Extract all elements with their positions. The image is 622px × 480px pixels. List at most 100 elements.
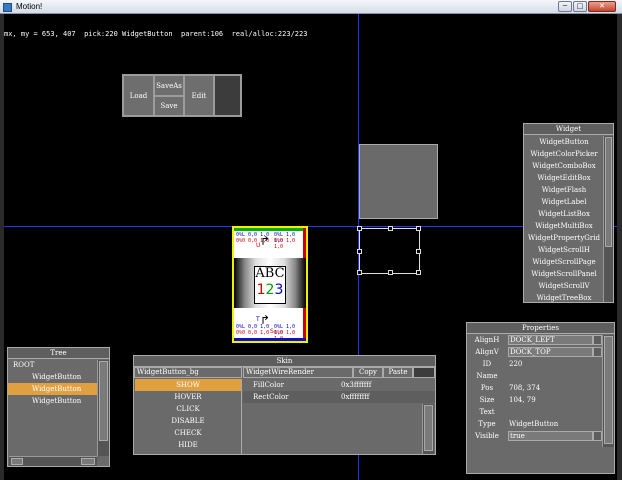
- widget-list-item[interactable]: WidgetMultiBox: [525, 220, 603, 232]
- empty-toolbar-button[interactable]: [214, 75, 241, 116]
- file-toolbar: Load SaveAs Save Edit: [122, 74, 242, 117]
- tree-item[interactable]: WidgetButton: [8, 395, 109, 407]
- renderer-field[interactable]: WidgetWireRender: [243, 367, 353, 378]
- load-button[interactable]: Load: [123, 75, 154, 116]
- size-field[interactable]: 104, 79: [509, 394, 536, 406]
- prop-key: Visible: [475, 432, 499, 440]
- skin-scrollbar[interactable]: [422, 404, 434, 454]
- widget-list-item[interactable]: WidgetListBox: [525, 208, 603, 220]
- scrollbar-thumb[interactable]: [424, 405, 433, 451]
- skin-name-field[interactable]: WidgetButton_bg: [134, 367, 242, 378]
- edit-button[interactable]: Edit: [184, 75, 214, 116]
- widget-list-item[interactable]: WidgetScrollH: [525, 244, 603, 256]
- properties-panel-title[interactable]: Properties: [467, 323, 614, 334]
- widget-list-scrollbar[interactable]: [603, 136, 613, 302]
- resize-handle[interactable]: [416, 249, 421, 254]
- paste-button[interactable]: Paste: [383, 367, 413, 378]
- prop-row-name: Name: [467, 370, 614, 382]
- widget-list-item[interactable]: WidgetPropertyGrid: [525, 232, 603, 244]
- app-icon: [3, 3, 12, 12]
- type-field[interactable]: WidgetButton: [509, 418, 558, 430]
- state-item[interactable]: HIDE: [135, 439, 241, 451]
- skin-row-key: RectColor: [253, 393, 289, 401]
- state-item[interactable]: HOVER: [135, 391, 241, 403]
- tree-root-item[interactable]: ROOT: [8, 359, 109, 371]
- save-button[interactable]: Save: [154, 96, 184, 116]
- selection-box[interactable]: [357, 226, 421, 275]
- resize-handle[interactable]: [388, 270, 393, 275]
- resize-handle[interactable]: [416, 270, 421, 275]
- chevron-down-icon[interactable]: [593, 347, 602, 357]
- tree-item[interactable]: WidgetButton: [8, 371, 109, 383]
- chevron-down-icon[interactable]: [593, 335, 602, 345]
- skin-panel-title[interactable]: Skin: [134, 356, 435, 367]
- alignh-select[interactable]: DOCK_LEFT: [508, 335, 593, 345]
- preview-label-bl2: 0%0 0,0 1,0: [236, 330, 270, 336]
- prop-key: AlignV: [475, 348, 499, 356]
- minimize-button[interactable]: ─: [558, 1, 572, 12]
- visible-select[interactable]: true: [508, 431, 593, 441]
- maximize-button[interactable]: □: [573, 1, 587, 12]
- pos-field[interactable]: 708, 374: [509, 382, 540, 394]
- prop-row-size: Size 104, 79: [467, 394, 614, 406]
- resize-handle[interactable]: [357, 226, 362, 231]
- state-list: SHOW HOVER CLICK DISABLE CHECK HIDE: [135, 379, 241, 451]
- skin-row-key: FillColor: [253, 381, 284, 389]
- skin-row-value[interactable]: 0x3fffffff: [341, 379, 371, 391]
- skin-row-value[interactable]: 0xffffffff: [341, 391, 369, 403]
- window-frame-left: [0, 14, 4, 480]
- prop-row-pos: Pos 708, 374: [467, 382, 614, 394]
- scrollbar-thumb[interactable]: [81, 458, 95, 465]
- widget-preview[interactable]: 0%L 0,0 1,0 0%0 0,0 1,0 0%L 1,0 1,0 0%0 …: [232, 226, 308, 343]
- widget-list-item[interactable]: WidgetColorPicker: [525, 148, 603, 160]
- widget-list-item[interactable]: WidgetLabel: [525, 196, 603, 208]
- arrow-up-icon: ↱: [260, 234, 271, 248]
- copy-button[interactable]: Copy: [353, 367, 383, 378]
- widget-list-item[interactable]: WidgetTreeBox: [525, 292, 603, 304]
- widget-panel-title[interactable]: Widget: [524, 124, 613, 135]
- state-item[interactable]: DISABLE: [135, 415, 241, 427]
- skin-row[interactable]: FillColor 0x3fffffff: [243, 379, 435, 391]
- prop-key: ID: [482, 360, 492, 368]
- tree-panel-title[interactable]: Tree: [8, 348, 109, 359]
- tree-scrollbar-horizontal[interactable]: [9, 456, 97, 466]
- skin-panel: Skin WidgetButton_bg WidgetWireRender Co…: [133, 355, 436, 455]
- state-item[interactable]: CHECK: [135, 427, 241, 439]
- widget-list-item[interactable]: WidgetFlash: [525, 184, 603, 196]
- close-button[interactable]: ✕: [588, 1, 616, 12]
- properties-scrollbar[interactable]: [602, 335, 614, 447]
- resize-handle[interactable]: [416, 226, 421, 231]
- saveas-button[interactable]: SaveAs: [154, 75, 184, 96]
- widget-list-item[interactable]: WidgetScrollV: [525, 280, 603, 292]
- scrollbar-thumb[interactable]: [99, 361, 108, 441]
- widget-list-item[interactable]: WidgetScrollPanel: [525, 268, 603, 280]
- resize-handle[interactable]: [388, 226, 393, 231]
- state-item[interactable]: CLICK: [135, 403, 241, 415]
- scrollbar-thumb[interactable]: [604, 336, 613, 444]
- chevron-down-icon[interactable]: [593, 431, 602, 441]
- alignv-select[interactable]: DOCK_TOP: [508, 347, 593, 357]
- resize-handle[interactable]: [357, 249, 362, 254]
- widget-list-item[interactable]: WidgetScrollPage: [525, 256, 603, 268]
- prop-row-type: Type WidgetButton: [467, 418, 614, 430]
- state-item-selected[interactable]: SHOW: [135, 379, 241, 391]
- scrollbar-thumb[interactable]: [605, 137, 612, 247]
- tree-item-selected[interactable]: WidgetButton: [8, 383, 109, 395]
- widget-list-item[interactable]: WidgetEditBox: [525, 172, 603, 184]
- skin-row[interactable]: RectColor 0xffffffff: [243, 391, 435, 403]
- preview-bar-top: [234, 228, 306, 231]
- tree-scrollbar-vertical[interactable]: [97, 360, 109, 456]
- prop-key: AlignH: [474, 336, 500, 344]
- widget-list-item[interactable]: WidgetComboBox: [525, 160, 603, 172]
- widget-list-item[interactable]: WidgetButton: [525, 136, 603, 148]
- skin-extra-button[interactable]: [413, 367, 435, 378]
- canvas-widget-rect[interactable]: [359, 144, 438, 219]
- prop-row-text: Text: [467, 406, 614, 418]
- widget-list: WidgetButton WidgetColorPicker WidgetCom…: [525, 136, 603, 304]
- id-field[interactable]: 220: [509, 358, 522, 370]
- window-titlebar[interactable]: Motion! ─ □ ✕: [0, 0, 622, 14]
- resize-handle[interactable]: [357, 270, 362, 275]
- prop-key: Name: [476, 372, 498, 380]
- scrollbar-thumb[interactable]: [11, 458, 23, 465]
- divider: [241, 379, 242, 454]
